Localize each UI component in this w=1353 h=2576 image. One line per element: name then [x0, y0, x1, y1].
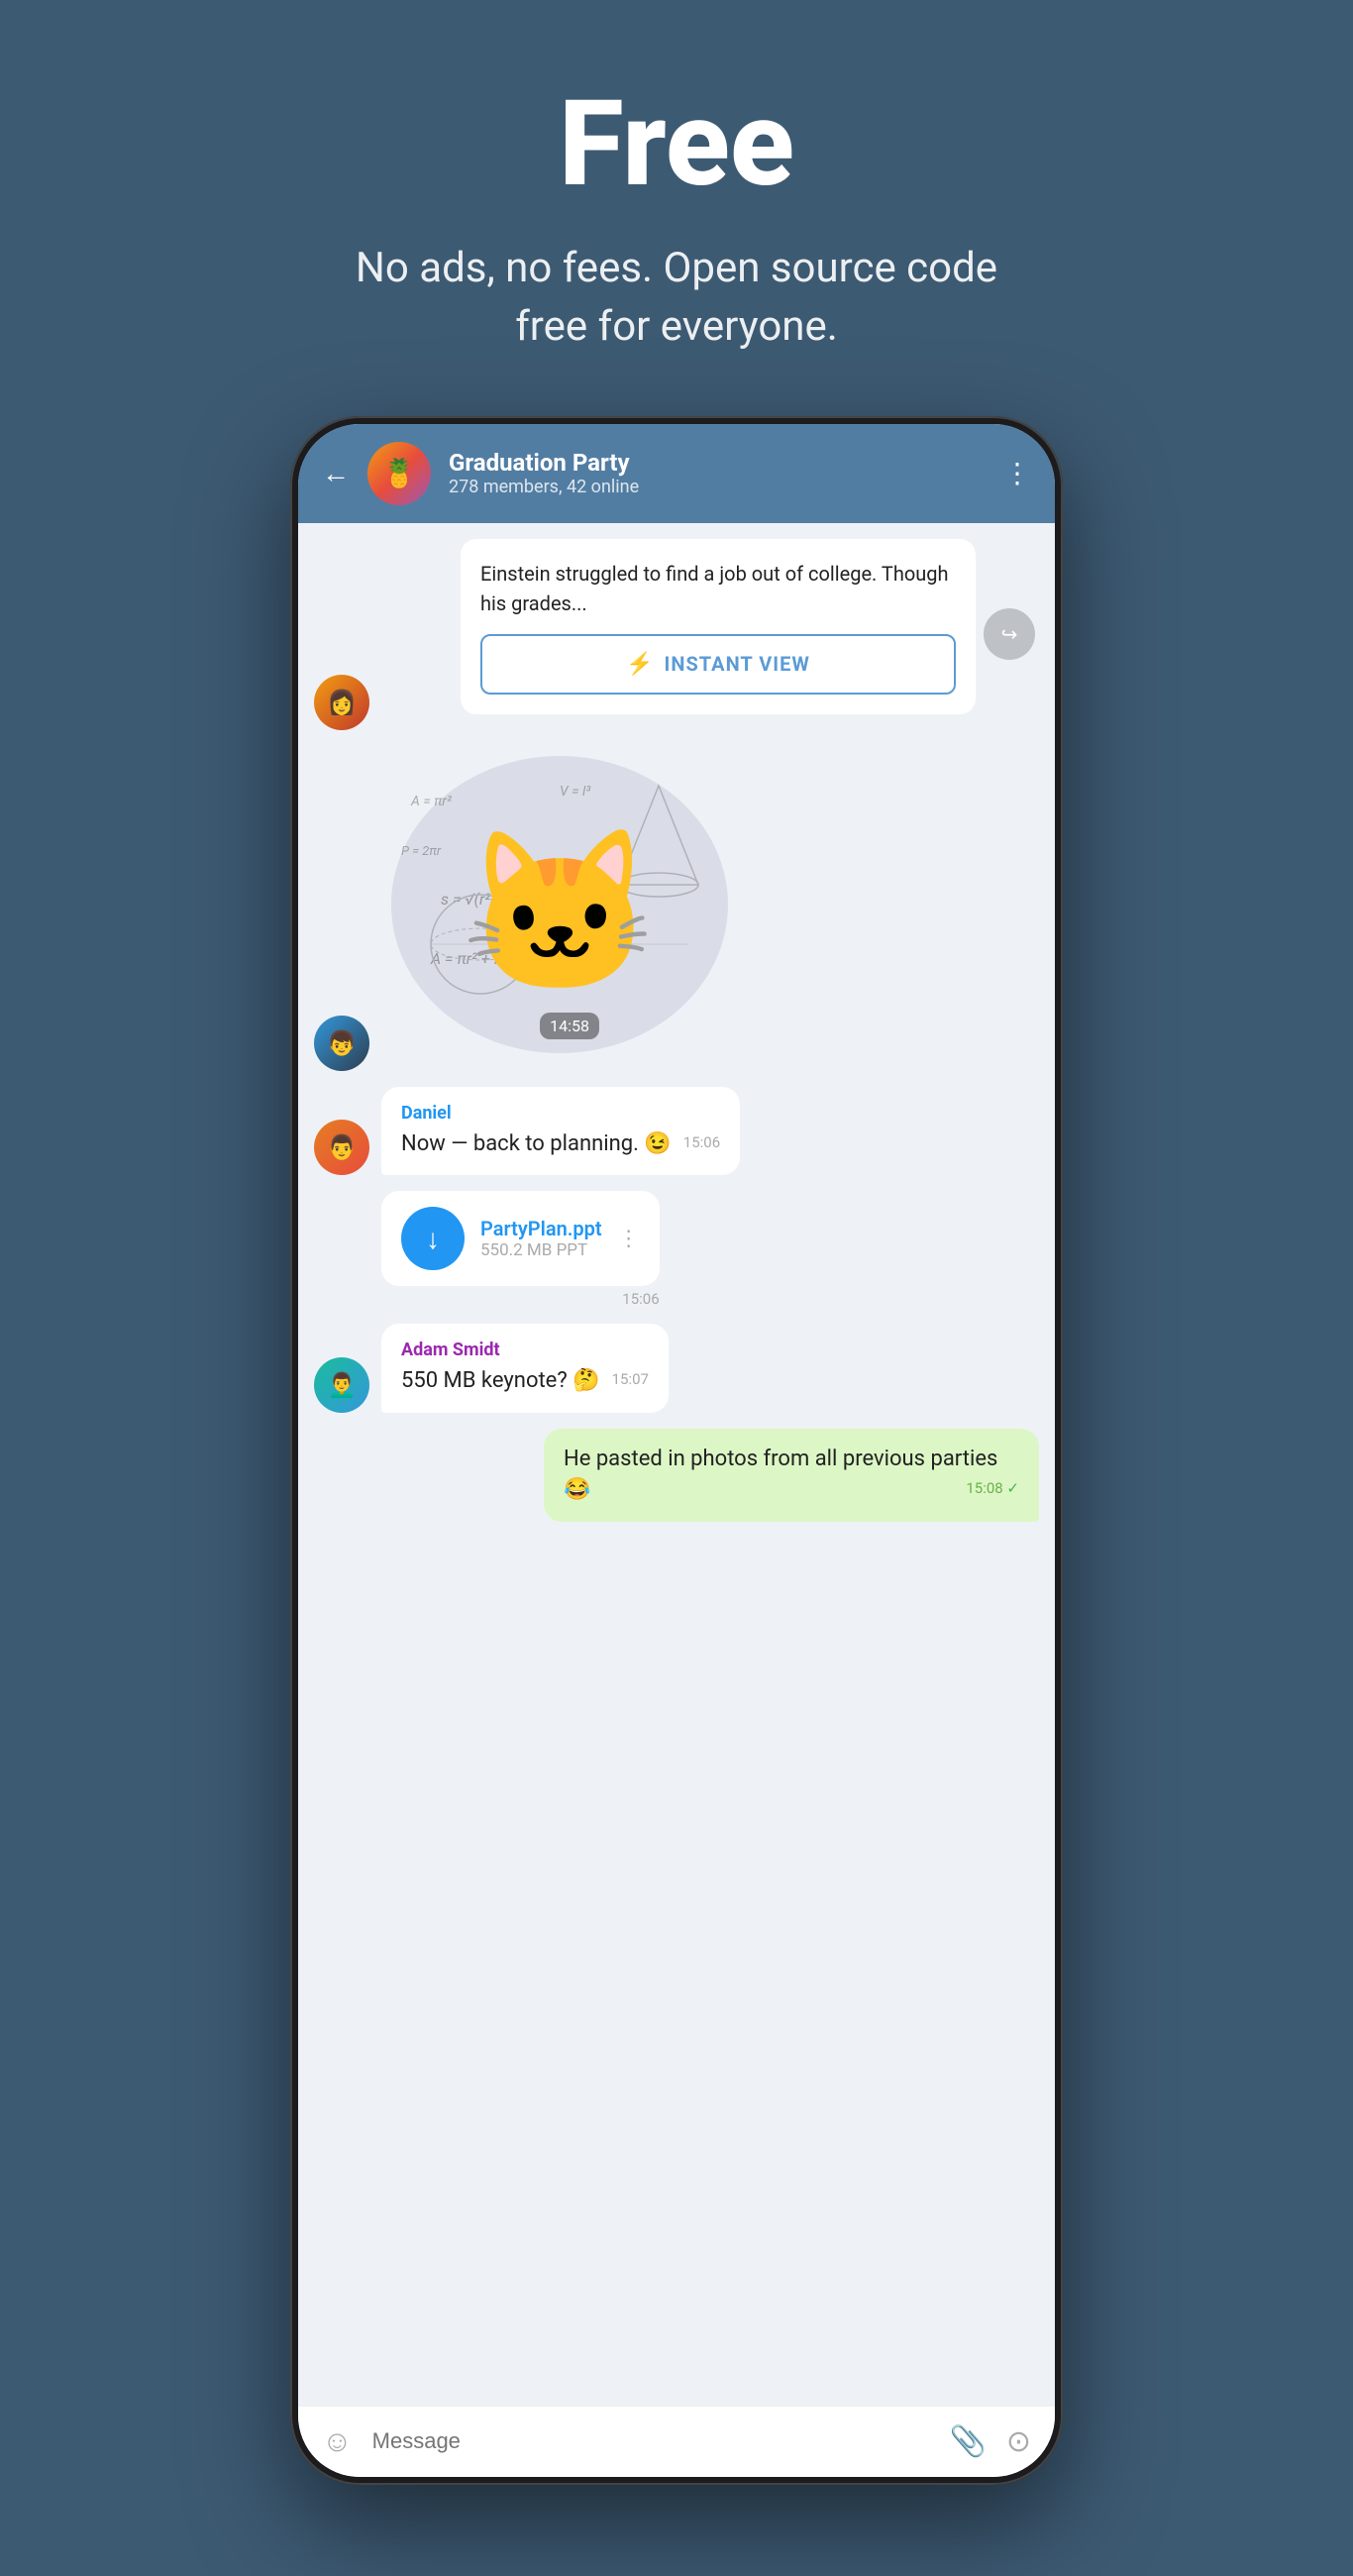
file-info: PartyPlan.ppt 550.2 MB PPT: [480, 1217, 602, 1260]
adam-text-bubble: Adam Smidt 550 MB keynote? 🤔 15:07: [381, 1324, 669, 1413]
daniel-text-row: 👨 Daniel Now — back to planning. 😉 15:06: [314, 1087, 1039, 1176]
more-button[interactable]: ⋮: [1003, 457, 1031, 489]
chat-header: ← 🍍 Graduation Party 278 members, 42 onl…: [298, 424, 1055, 523]
self-message-row: He pasted in photos from all previous pa…: [314, 1429, 1039, 1522]
instant-view-button[interactable]: ⚡ INSTANT VIEW: [480, 634, 956, 695]
file-bubble: ↓ PartyPlan.ppt 550.2 MB PPT ⋮: [381, 1191, 660, 1286]
article-message-row: 👩 Einstein struggled to find a job out o…: [314, 539, 1039, 730]
adam-name: Adam Smidt: [401, 1340, 649, 1360]
daniel-text-bubble: Daniel Now — back to planning. 😉 15:06: [381, 1087, 740, 1176]
self-time: 15:08 ✓: [966, 1479, 1019, 1497]
emoji-button[interactable]: ☺: [322, 2424, 353, 2459]
article-text: Einstein struggled to find a job out of …: [480, 559, 956, 618]
instant-view-label: INSTANT VIEW: [665, 652, 810, 676]
adam-time: 15:07: [612, 1370, 649, 1388]
message-input[interactable]: [372, 2428, 930, 2454]
file-message-row: 👨 ↓ PartyPlan.ppt 550.2 MB PPT ⋮ 15:06: [314, 1191, 1039, 1308]
self-text: He pasted in photos from all previous pa…: [564, 1447, 997, 1502]
daniel-text: Now — back to planning. 😉: [401, 1131, 672, 1156]
sender-avatar-1: 👩: [314, 675, 369, 730]
daniel-name: Daniel: [401, 1103, 720, 1124]
camera-button[interactable]: ⊙: [1006, 2424, 1031, 2459]
file-meta: 550.2 MB PPT: [480, 1240, 602, 1260]
sender-avatar-adam: 👨‍🦱: [314, 1357, 369, 1413]
share-button[interactable]: ↪: [984, 608, 1035, 660]
hero-title: Free: [40, 79, 1313, 210]
chat-name: Graduation Party: [449, 449, 986, 477]
sticker-time: 14:58: [540, 1013, 599, 1039]
download-icon[interactable]: ↓: [401, 1207, 465, 1270]
hero-subtitle: No ads, no fees. Open source code free f…: [330, 240, 1023, 357]
sender-avatar-sticker: 👦: [314, 1016, 369, 1071]
back-button[interactable]: ←: [322, 457, 350, 489]
checkmark-icon: ✓: [1006, 1479, 1019, 1497]
cat-sticker: 🐱: [461, 835, 658, 994]
adam-text-row: 👨‍🦱 Adam Smidt 550 MB keynote? 🤔 15:07: [314, 1324, 1039, 1413]
bolt-icon: ⚡: [626, 652, 654, 677]
attach-button[interactable]: 📎: [950, 2424, 987, 2459]
sender-avatar-daniel-text: 👨: [314, 1120, 369, 1175]
daniel-text-time: 15:06: [683, 1133, 720, 1151]
file-more-button[interactable]: ⋮: [618, 1227, 640, 1251]
svg-text:P = 2πr: P = 2πr: [401, 844, 442, 859]
phone-frame: ← 🍍 Graduation Party 278 members, 42 onl…: [290, 416, 1063, 2485]
file-time: 15:06: [381, 1290, 660, 1308]
sticker-message: A = πr² V = l³ P = 2πr s = √(r²+h²) A = …: [381, 746, 738, 1063]
svg-text:A = πr²: A = πr²: [410, 794, 453, 809]
input-bar: ☺ 📎 ⊙: [298, 2406, 1055, 2477]
chat-members: 278 members, 42 online: [449, 477, 986, 497]
hero-section: Free No ads, no fees. Open source code f…: [0, 0, 1353, 416]
file-name: PartyPlan.ppt: [480, 1217, 602, 1240]
svg-text:V = l³: V = l³: [560, 784, 591, 800]
phone-inner: ← 🍍 Graduation Party 278 members, 42 onl…: [298, 424, 1055, 2477]
article-bubble: Einstein struggled to find a job out of …: [461, 539, 976, 714]
phone-wrapper: ← 🍍 Graduation Party 278 members, 42 onl…: [290, 416, 1063, 2485]
adam-text: 550 MB keynote? 🤔: [401, 1368, 600, 1393]
group-avatar: 🍍: [367, 442, 431, 505]
chat-info: Graduation Party 278 members, 42 online: [449, 449, 986, 497]
chat-body: 👩 Einstein struggled to find a job out o…: [298, 523, 1055, 2406]
self-message-bubble: He pasted in photos from all previous pa…: [544, 1429, 1039, 1522]
